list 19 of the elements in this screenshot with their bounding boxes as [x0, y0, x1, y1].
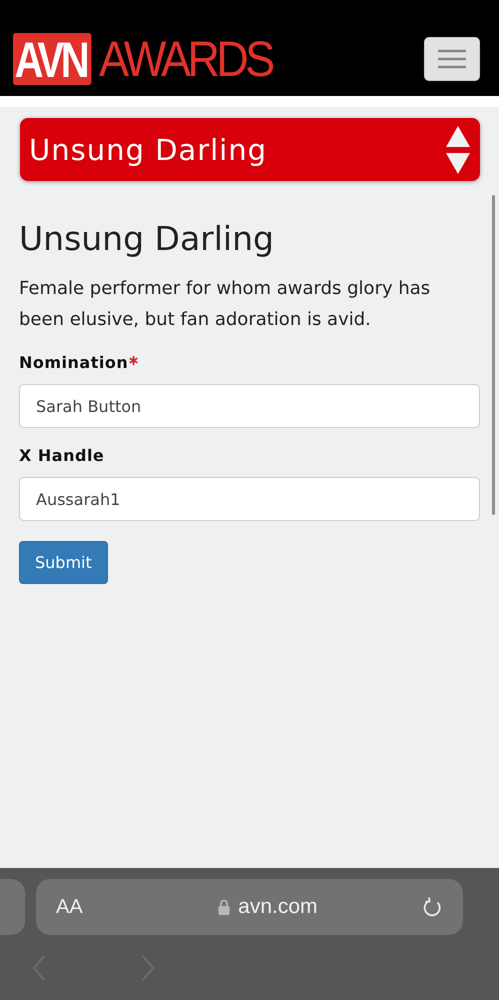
field-label: Nomination	[19, 353, 128, 372]
submit-button[interactable]: Submit	[19, 541, 108, 584]
text-size-button[interactable]: AA	[56, 896, 83, 918]
lock-icon	[218, 899, 230, 915]
input-field[interactable]: Aussarah1	[19, 477, 480, 521]
up-down-arrows-icon	[445, 124, 471, 174]
scrollbar[interactable]	[492, 195, 495, 515]
page-heading: Unsung Darling	[19, 219, 275, 259]
menu-button[interactable]	[424, 37, 480, 81]
field-label: X Handle	[19, 446, 104, 465]
address-bar[interactable]: AA avn.com	[36, 879, 463, 935]
category-select[interactable]: Unsung Darling	[20, 118, 480, 181]
url-text: avn.com	[238, 895, 318, 919]
tab-pill[interactable]	[0, 879, 25, 935]
menu-icon	[437, 49, 467, 69]
reload-icon[interactable]	[423, 896, 443, 918]
site-logo[interactable]: AVN AWARDS	[13, 33, 291, 85]
input-field[interactable]: Sarah Button	[19, 384, 480, 428]
description-text: Female performer for whom awards glory has been elusive, but fan adoration is avid.	[19, 277, 432, 332]
